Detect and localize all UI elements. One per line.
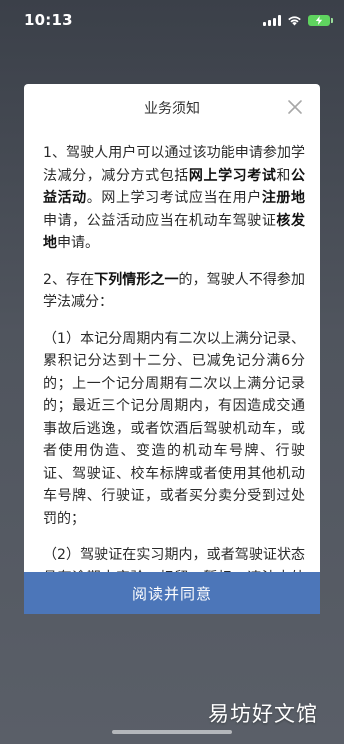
dialog-title: 业务须知 — [144, 101, 200, 117]
notice-text: 和 — [276, 167, 292, 184]
close-icon — [288, 100, 302, 114]
notice-dialog: 业务须知 1、驾驶人用户可以通过该功能申请参加学法减分，减分方式包括网上学习考试… — [24, 84, 320, 614]
notice-content: 1、驾驶人用户可以通过该功能申请参加学法减分，减分方式包括网上学习考试和公益活动… — [43, 142, 305, 614]
close-button[interactable] — [286, 98, 304, 116]
home-indicator — [112, 730, 232, 734]
battery-icon — [308, 14, 333, 26]
status-time: 10:13 — [24, 11, 73, 29]
notice-emphasis: 注册地 — [261, 190, 306, 206]
status-bar: 10:13 — [0, 0, 344, 40]
notice-paragraph: （1）本记分周期内有二次以上满分记录、累积记分达到十二分、已减免记分满6分的；上… — [43, 328, 305, 531]
cellular-signal-icon — [263, 14, 281, 26]
dialog-header: 业务须知 — [24, 84, 320, 132]
notice-emphasis: 下列情形之一 — [94, 271, 179, 288]
read-and-agree-button[interactable]: 阅读并同意 — [24, 572, 320, 614]
notice-text: （1）本记分周期内有二次以上满分记录、累积记分达到十二分、已减免记分满6分的；上… — [43, 330, 305, 527]
notice-text: 申请。 — [57, 235, 99, 251]
watermark: 易坊好文馆 — [208, 702, 318, 726]
charging-bolt-icon — [315, 15, 323, 25]
notice-emphasis: 网上学习考试 — [188, 167, 277, 184]
notice-text: 2、存在 — [43, 271, 95, 288]
notice-text: 。网上学习考试应当在用户 — [86, 190, 262, 206]
wifi-icon — [287, 15, 302, 26]
notice-text: 申请，公益活动应当在机动车驾驶证 — [43, 212, 277, 229]
status-icons — [263, 12, 333, 28]
notice-paragraph: 2、存在下列情形之一的，驾驶人不得参加学法减分： — [43, 269, 305, 314]
notice-paragraph: 1、驾驶人用户可以通过该功能申请参加学法减分，减分方式包括网上学习考试和公益活动… — [43, 142, 305, 255]
